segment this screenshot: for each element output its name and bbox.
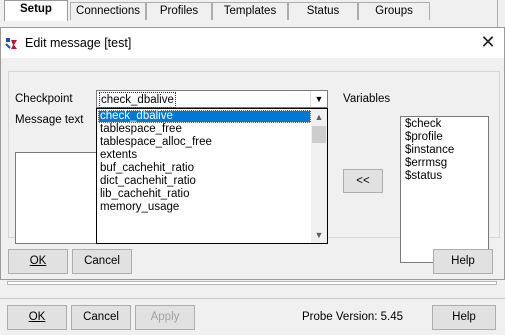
- checkpoint-label: Checkpoint: [15, 93, 73, 105]
- footer-ok-label: OK: [28, 311, 46, 323]
- checkpoint-select[interactable]: check_dbalive ▼: [96, 90, 328, 108]
- dropdown-scrollbar[interactable]: ▲ ▼: [311, 109, 327, 243]
- dropdown-option[interactable]: lib_cachehit_ratio: [98, 188, 311, 201]
- ok-button[interactable]: OK: [7, 305, 67, 330]
- dialog-ok-button[interactable]: OK: [8, 249, 68, 274]
- right-edge-line: [497, 0, 498, 27]
- dropdown-option[interactable]: extents: [98, 149, 311, 162]
- ok-mnemonic: OK: [29, 255, 47, 267]
- dialog-title: Edit message [test]: [25, 36, 132, 50]
- tab-setup[interactable]: Setup: [4, 0, 68, 21]
- tab-connections[interactable]: Connections: [70, 2, 146, 20]
- tab-groups[interactable]: Groups: [358, 2, 430, 20]
- probe-version-text: Probe Version: 5.45: [302, 311, 404, 323]
- variable-item[interactable]: $instance: [405, 144, 454, 157]
- dropdown-option[interactable]: tablespace_free: [98, 123, 311, 136]
- tab-strip: Setup Connections Profiles Templates Sta…: [0, 0, 505, 21]
- checkpoint-dropdown-list[interactable]: check_dbalive tablespace_free tablespace…: [96, 108, 328, 244]
- variable-item[interactable]: $profile: [405, 131, 443, 144]
- dialog-help-button[interactable]: Help: [433, 249, 493, 274]
- variables-label: Variables: [343, 93, 391, 105]
- variable-item[interactable]: $errmsg: [405, 157, 447, 170]
- dropdown-option[interactable]: dict_cachehit_ratio: [98, 175, 311, 188]
- tab-templates[interactable]: Templates: [212, 2, 288, 20]
- scroll-down-icon[interactable]: ▼: [311, 227, 327, 243]
- footer-divider: [0, 298, 505, 299]
- dropdown-option[interactable]: memory_usage: [98, 201, 311, 214]
- insert-variable-button[interactable]: <<: [343, 169, 383, 193]
- dialog-cancel-button[interactable]: Cancel: [72, 249, 132, 274]
- tab-status[interactable]: Status: [288, 2, 358, 20]
- dialog-titlebar: Edit message [test] ✕: [1, 28, 504, 58]
- chevron-down-icon[interactable]: ▼: [310, 91, 327, 107]
- variable-item[interactable]: $status: [405, 170, 442, 183]
- scroll-thumb[interactable]: [312, 126, 326, 143]
- close-icon[interactable]: ✕: [475, 30, 501, 54]
- cancel-button[interactable]: Cancel: [71, 305, 131, 330]
- dropdown-option[interactable]: tablespace_alloc_free: [98, 136, 311, 149]
- apply-button[interactable]: Apply: [135, 305, 195, 330]
- edit-message-dialog: Edit message [test] ✕ Checkpoint Message…: [0, 27, 505, 280]
- dropdown-option[interactable]: buf_cachehit_ratio: [98, 162, 311, 175]
- message-text-label: Message text: [15, 114, 84, 126]
- checkpoint-selected-value: check_dbalive: [99, 92, 176, 108]
- variable-item[interactable]: $check: [405, 118, 441, 131]
- app-icon: [5, 36, 19, 50]
- dropdown-option[interactable]: check_dbalive: [98, 110, 311, 123]
- background-panel-edge: [7, 281, 497, 285]
- scroll-up-icon[interactable]: ▲: [311, 109, 327, 125]
- tab-profiles[interactable]: Profiles: [146, 2, 212, 20]
- help-button[interactable]: Help: [432, 305, 496, 330]
- variables-list[interactable]: $check $profile $instance $errmsg $statu…: [400, 116, 489, 263]
